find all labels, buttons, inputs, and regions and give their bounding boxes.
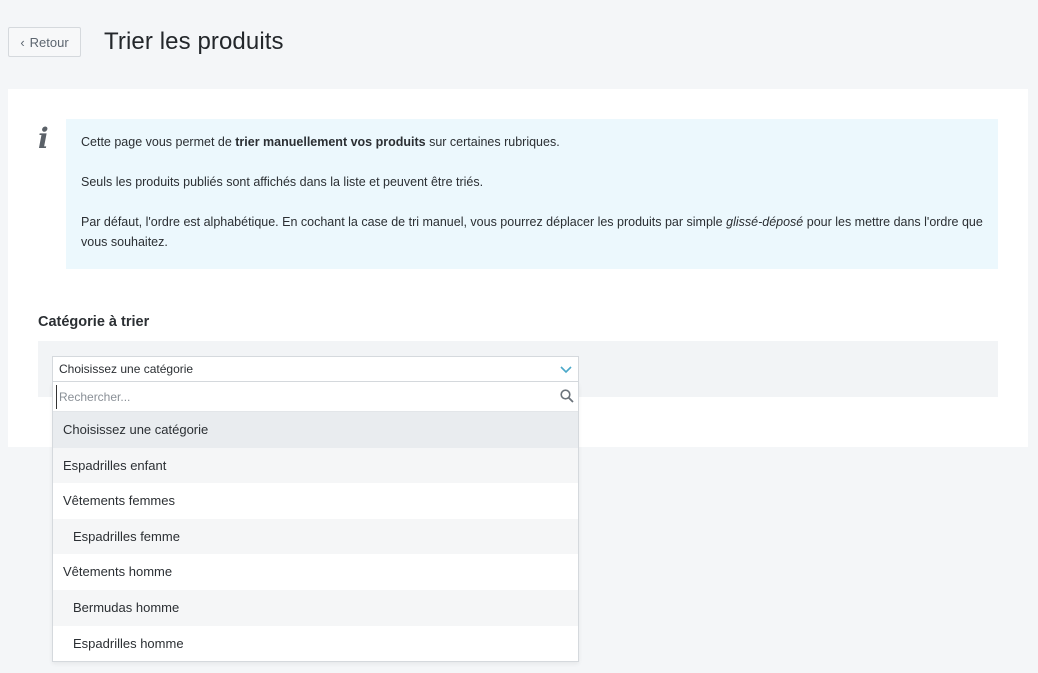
dropdown-search-input[interactable] (56, 385, 561, 409)
dropdown-option[interactable]: Espadrilles homme (53, 626, 578, 662)
page-title: Trier les produits (104, 28, 284, 55)
category-select[interactable]: Choisissez une catégorie (52, 356, 579, 382)
info-paragraph-2: Seuls les produits publiés sont affichés… (81, 175, 484, 189)
category-section-title: Catégorie à trier (38, 314, 150, 330)
info-box: Cette page vous permet de trier manuelle… (66, 119, 998, 269)
dropdown-option[interactable]: Espadrilles enfant (53, 447, 578, 484)
info-paragraph-3: Par défaut, l'ordre est alphabétique. En… (81, 215, 983, 249)
info-icon: i (38, 122, 49, 155)
dropdown-search-row (53, 382, 578, 412)
dropdown-option[interactable]: Bermudas homme (53, 589, 578, 626)
dropdown-option[interactable]: Choisissez une catégorie (53, 412, 578, 448)
dropdown-option[interactable]: Vêtements homme (53, 554, 578, 590)
chevron-left-icon: ‹ (20, 34, 25, 50)
category-select-value: Choisissez une catégorie (59, 362, 194, 376)
back-button-label: Retour (29, 34, 69, 50)
dropdown-option[interactable]: Espadrilles femme (53, 518, 578, 555)
search-icon (559, 388, 575, 404)
page-header: ‹ Retour Trier les produits (0, 0, 1038, 88)
info-paragraph-1: Cette page vous permet de trier manuelle… (81, 135, 560, 149)
category-dropdown: Choisissez une catégorie Espadrilles enf… (52, 382, 579, 662)
back-button[interactable]: ‹ Retour (8, 27, 81, 57)
dropdown-option[interactable]: Vêtements femmes (53, 483, 578, 519)
